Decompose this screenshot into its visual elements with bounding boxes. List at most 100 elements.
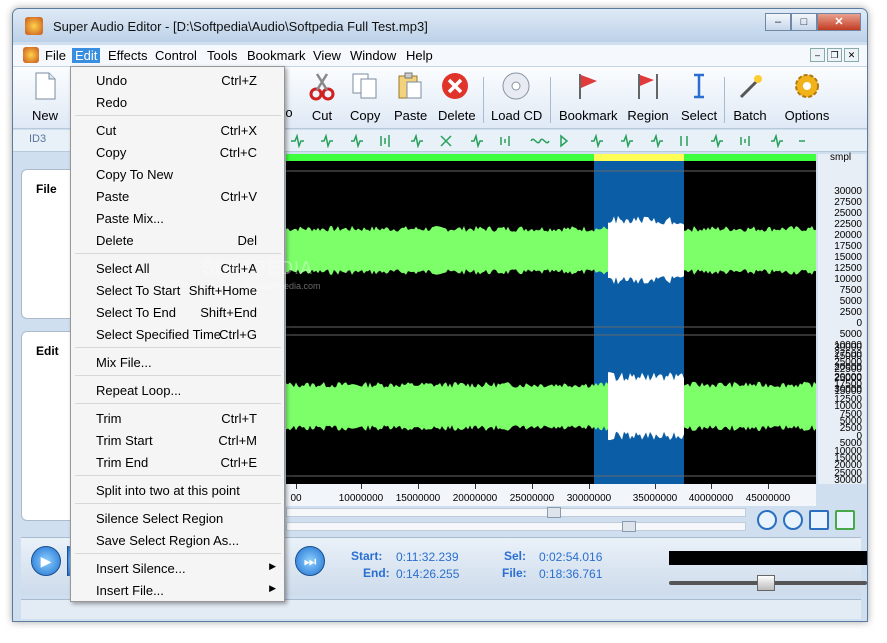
- menu-help[interactable]: Help: [406, 48, 433, 63]
- scale-tick-label: 5000: [839, 329, 862, 340]
- selection-marker[interactable]: [594, 154, 684, 161]
- menu-effects[interactable]: Effects: [108, 48, 148, 63]
- menu-window[interactable]: Window: [350, 48, 396, 63]
- menu-bar: File Edit Effects Control Tools Bookmark…: [13, 45, 867, 67]
- minimize-button[interactable]: –: [765, 13, 791, 31]
- paste-icon: [398, 72, 422, 99]
- scale-tick-label: 20000: [834, 230, 862, 241]
- toolbar-separator: [550, 77, 551, 123]
- options-button[interactable]: Options: [783, 71, 831, 123]
- id3-button[interactable]: ID3: [29, 133, 46, 145]
- menu-item-label: Cut: [96, 123, 117, 138]
- mdi-restore-button[interactable]: ❐: [827, 48, 842, 62]
- skip-forward-button[interactable]: ⏭: [295, 546, 325, 576]
- volume-slider[interactable]: [669, 575, 867, 591]
- close-button[interactable]: ✕: [817, 13, 861, 31]
- cd-icon: [502, 72, 530, 100]
- cut-button[interactable]: Cut: [307, 71, 337, 123]
- copy-button[interactable]: Copy: [350, 71, 380, 123]
- left-channel-wave: [286, 225, 816, 275]
- menu-item-undo[interactable]: Undo Ctrl+Z: [71, 69, 284, 91]
- delete-button[interactable]: Delete: [438, 71, 476, 123]
- menu-item-trim-start[interactable]: Trim Start Ctrl+M: [71, 429, 284, 451]
- scale-tick-label: 0: [856, 318, 862, 329]
- effects-icon-row[interactable]: [289, 134, 809, 148]
- menu-item-trim[interactable]: Trim Ctrl+T: [71, 407, 284, 429]
- paste-button[interactable]: Paste: [394, 71, 427, 123]
- load-cd-button[interactable]: Load CD: [491, 71, 542, 123]
- zoom-in-icon[interactable]: [757, 510, 777, 530]
- volume-slider-knob[interactable]: [757, 575, 775, 591]
- zoom-scroll-thumb[interactable]: [622, 521, 636, 532]
- menu-file[interactable]: File: [45, 48, 66, 63]
- ruler-tick-label: 20000000: [452, 493, 498, 504]
- scale-tick-label: 5000: [839, 296, 862, 307]
- menu-item-trim-end[interactable]: Trim End Ctrl+E: [71, 451, 284, 473]
- title-bar[interactable]: Super Audio Editor - [D:\Softpedia\Audio…: [13, 9, 867, 42]
- region-button[interactable]: Region: [627, 71, 669, 123]
- ruler-tick-label: 35000000: [632, 493, 678, 504]
- ruler-tick-label: 30000000: [566, 493, 612, 504]
- menu-item-silence-select-region[interactable]: Silence Select Region: [71, 507, 284, 529]
- menu-item-label: Split into two at this point: [96, 483, 240, 498]
- zoom-selection-icon[interactable]: [835, 510, 855, 530]
- mdi-minimize-button[interactable]: –: [810, 48, 825, 62]
- menu-item-delete[interactable]: Delete Del: [71, 229, 284, 251]
- menu-view[interactable]: View: [313, 48, 341, 63]
- menu-item-split-into-two-at-this-point[interactable]: Split into two at this point: [71, 479, 284, 501]
- menu-item-redo[interactable]: Redo: [71, 91, 284, 113]
- file-label: File:: [502, 566, 527, 580]
- menu-item-paste[interactable]: Paste Ctrl+V: [71, 185, 284, 207]
- menu-item-cut[interactable]: Cut Ctrl+X: [71, 119, 284, 141]
- menu-item-copy-to-new[interactable]: Copy To New: [71, 163, 284, 185]
- batch-button[interactable]: Batch: [731, 71, 769, 123]
- menu-item-shortcut: Ctrl+X: [220, 123, 257, 138]
- menu-separator: [75, 347, 281, 348]
- menu-item-repeat-loop[interactable]: Repeat Loop...: [71, 379, 284, 401]
- ruler-tick: [296, 484, 297, 489]
- submenu-arrow-icon: ▶: [269, 583, 276, 593]
- menu-item-save-select-region-as[interactable]: Save Select Region As...: [71, 529, 284, 551]
- new-button[interactable]: New: [29, 71, 61, 123]
- menu-item-mix-file[interactable]: Mix File...: [71, 351, 284, 373]
- zoom-out-icon[interactable]: [783, 510, 803, 530]
- menu-bookmark[interactable]: Bookmark: [247, 48, 306, 63]
- menu-edit[interactable]: Edit: [72, 48, 101, 63]
- select-button[interactable]: Select: [681, 71, 717, 123]
- file-panel-header: File: [36, 182, 57, 196]
- copy-icon: [352, 73, 377, 99]
- zoom-fit-icon[interactable]: [809, 510, 829, 530]
- menu-item-paste-mix[interactable]: Paste Mix...: [71, 207, 284, 229]
- watermark-url: www.softpedia.com: [243, 281, 321, 291]
- menu-item-insert-silence[interactable]: Insert Silence... ▶: [71, 557, 284, 579]
- menu-item-label: Trim: [96, 411, 122, 426]
- scale-tick-label: 15000: [834, 252, 862, 263]
- maximize-button[interactable]: □: [791, 13, 817, 31]
- menu-item-label: Repeat Loop...: [96, 383, 182, 398]
- delete-icon: [442, 73, 468, 99]
- menu-item-insert-file[interactable]: Insert File... ▶: [71, 579, 284, 601]
- menu-tools[interactable]: Tools: [207, 48, 237, 63]
- left-channel-wave-selected: [608, 215, 684, 285]
- horizontal-scrollbar[interactable]: [286, 507, 746, 518]
- zoom-scrollbar[interactable]: [286, 521, 746, 532]
- status-bar: [21, 599, 861, 619]
- sel-value: 0:02:54.016: [539, 550, 603, 564]
- mdi-close-button[interactable]: ✕: [844, 48, 859, 62]
- menu-item-shortcut: Ctrl+M: [218, 433, 257, 448]
- bookmark-button[interactable]: Bookmark: [559, 71, 618, 123]
- bookmark-flag-icon: [579, 74, 597, 99]
- scroll-thumb[interactable]: [547, 507, 561, 518]
- overview-bar[interactable]: [286, 154, 816, 161]
- menu-item-select-specified-time[interactable]: Select Specified Time Ctrl+G: [71, 323, 284, 345]
- menu-item-select-to-end[interactable]: Select To End Shift+End: [71, 301, 284, 323]
- scale-tick-label: 7500: [839, 285, 862, 296]
- menu-item-copy[interactable]: Copy Ctrl+C: [71, 141, 284, 163]
- menu-item-shortcut: Shift+End: [200, 305, 257, 320]
- scale-tick-label: 12500: [834, 263, 862, 274]
- menu-separator: [75, 403, 281, 404]
- edit-menu-dropdown: Undo Ctrl+Z Redo Cut Ctrl+X Copy Ctrl+C Copy To…: [70, 66, 285, 602]
- end-label: End:: [363, 566, 390, 580]
- menu-control[interactable]: Control: [155, 48, 197, 63]
- play-button[interactable]: ▶: [31, 546, 61, 576]
